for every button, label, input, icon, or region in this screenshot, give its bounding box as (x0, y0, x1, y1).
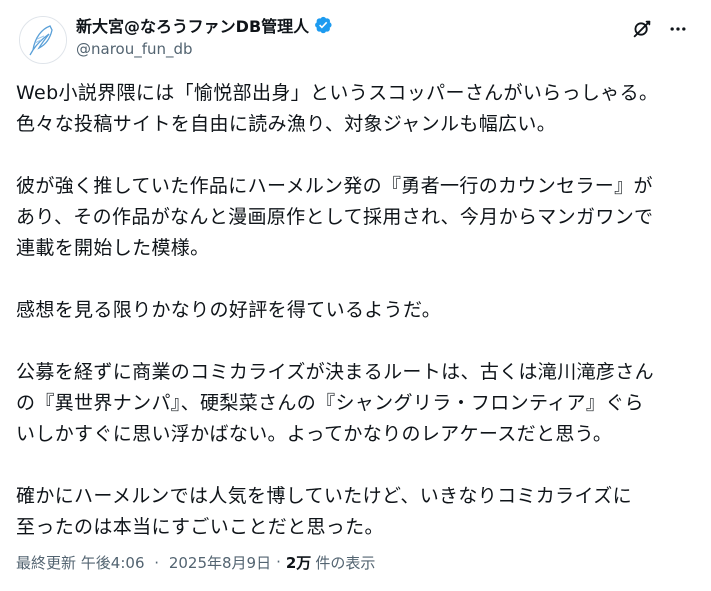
tweet-card: 新大宮@なろうファンDB管理人 @narou_fun_db Web小説界隈には「… (0, 0, 711, 591)
meta-separator: · (276, 553, 281, 571)
tweet-paragraph: 公募を経ずに商業のコミカライズが決まるルートは、古くは滝川滝彦さん の『異世界ナ… (16, 357, 698, 450)
author-handle[interactable]: @narou_fun_db (76, 40, 333, 58)
tweet-paragraph: 確かにハーメルンでは人気を博していたけど、いきなりコミカライズに 至ったのは本当… (16, 481, 698, 543)
tweet-line: Web小説界隈には「愉悦部出身」というスコッパーさんがいらっしゃる。 (16, 82, 659, 104)
tweet-line: あり、その作品がなんと漫画原作として採用され、今月からマンガワンで (16, 206, 654, 228)
tweet-line: 感想を見る限りかなりの好評を得ているようだ。 (16, 299, 442, 321)
tweet-paragraph: 感想を見る限りかなりの好評を得ているようだ。 (16, 295, 698, 326)
updated-label: 最終更新 (16, 553, 77, 572)
tweet-timestamp[interactable]: 午後4:06 · 2025年8月9日 (81, 552, 271, 573)
display-name-row: 新大宮@なろうファンDB管理人 (76, 13, 333, 37)
tweet-time: 午後4:06 (80, 553, 145, 572)
tweet-paragraph: Web小説界隈には「愉悦部出身」というスコッパーさんがいらっしゃる。 色々な投稿… (16, 78, 698, 140)
views-label: 件の表示 (315, 553, 376, 572)
tweet-line: 連載を開始した模様。 (16, 237, 210, 259)
header-actions (625, 12, 695, 46)
display-name[interactable]: 新大宮@なろうファンDB管理人 (76, 13, 309, 37)
tweet-line: 彼が強く推していた作品にハーメルン発の『勇者一行のカウンセラー』が (16, 175, 653, 197)
tweet-line: 確かにハーメルンでは人気を博していたけど、いきなりコミカライズに (16, 485, 632, 507)
tweet-line: の『異世界ナンパ』、硬梨菜さんの『シャングリラ・フロンティア』ぐら (16, 392, 644, 414)
verified-badge-icon[interactable] (313, 15, 333, 35)
tweet-line: 至ったのは本当にすごいことだと思った。 (16, 516, 384, 538)
grok-icon (633, 20, 651, 38)
tweet-meta: 最終更新 午後4:06 · 2025年8月9日 · 2万 件の表示 (16, 550, 375, 574)
author-info: 新大宮@なろうファンDB管理人 @narou_fun_db (76, 13, 333, 58)
meta-separator: · (154, 553, 160, 572)
tweet-header: 新大宮@なろうファンDB管理人 @narou_fun_db (16, 12, 695, 68)
avatar[interactable] (19, 16, 67, 64)
more-options-button[interactable] (661, 12, 695, 46)
tweet-line: 色々な投稿サイトを自由に読み漁り、対象ジャンルも幅広い。 (16, 113, 557, 135)
more-dots-icon (670, 27, 686, 31)
tweet-line: いしかすぐに思い浮かばない。よってかなりのレアケースだと思う。 (16, 423, 613, 445)
grok-button[interactable] (625, 12, 659, 46)
quill-feather-icon (20, 17, 66, 63)
tweet-paragraph: 彼が強く推していた作品にハーメルン発の『勇者一行のカウンセラー』が あり、その作… (16, 171, 698, 264)
tweet-date: 2025年8月9日 (168, 553, 272, 572)
tweet-line: 公募を経ずに商業のコミカライズが決まるルートは、古くは滝川滝彦さん (16, 361, 654, 383)
tweet-text: Web小説界隈には「愉悦部出身」というスコッパーさんがいらっしゃる。 色々な投稿… (16, 78, 698, 574)
views-count[interactable]: 2万 (286, 552, 311, 573)
